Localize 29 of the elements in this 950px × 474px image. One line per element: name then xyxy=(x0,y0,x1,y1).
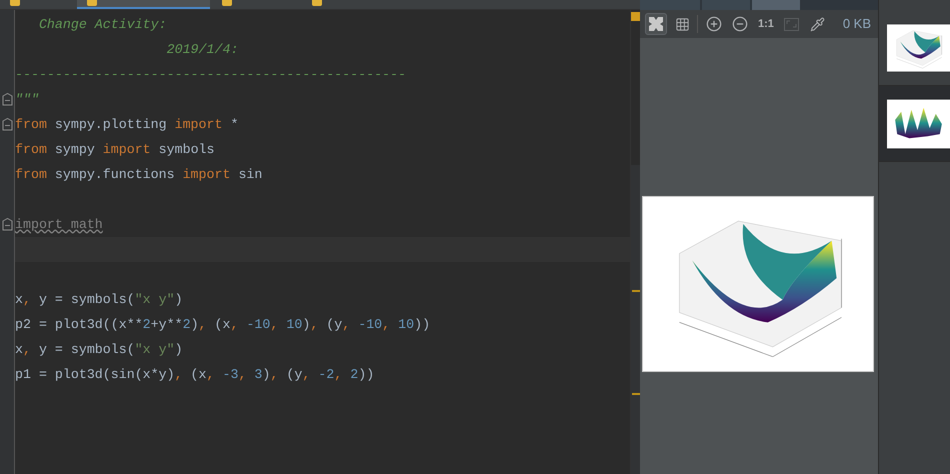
python-file-icon xyxy=(222,0,232,6)
code-line: p1 = plot3d(sin(x*y), (x, -3, 3), (y, -2, 2)) xyxy=(15,366,374,384)
python-file-icon xyxy=(312,0,322,6)
code-line: import math xyxy=(15,216,103,234)
python-file-icon xyxy=(87,0,97,6)
fit-zoom-button[interactable] xyxy=(645,13,667,35)
actual-size-button[interactable]: 1:1 xyxy=(756,13,776,35)
code-line: p2 = plot3d((x**2+y**2), (x, -10, 10), (y, -10, 10)) xyxy=(15,316,430,334)
wave-surface-thumbnail-drawing xyxy=(887,98,950,148)
code-line: Change Activity: xyxy=(38,16,167,34)
code-line: from sympy.functions import sin xyxy=(15,166,262,184)
fold-icon[interactable] xyxy=(2,93,12,106)
code-line: from sympy.plotting import * xyxy=(15,116,238,134)
code-line: """ xyxy=(15,90,39,109)
warning-stripe xyxy=(632,290,640,292)
code-line: x, y = symbols("x y") xyxy=(15,290,183,309)
code-line: from sympy import symbols xyxy=(15,140,215,159)
image-size-label: 0 KB xyxy=(842,15,872,34)
code-line: 2019/1/4: xyxy=(166,40,238,59)
status-marker-icon xyxy=(631,12,640,21)
code-line: x, y = symbols("x y") xyxy=(15,340,183,359)
fold-icon[interactable] xyxy=(2,218,12,231)
python-file-icon xyxy=(10,0,20,6)
warning-stripe xyxy=(632,393,640,395)
thumbnail-item[interactable] xyxy=(879,86,950,162)
code-line: ------------------------------------------------- xyxy=(15,66,406,84)
fold-icon[interactable] xyxy=(2,118,12,131)
editor-tab[interactable] xyxy=(77,0,210,9)
surface-plot-thumbnail-drawing xyxy=(887,22,950,72)
